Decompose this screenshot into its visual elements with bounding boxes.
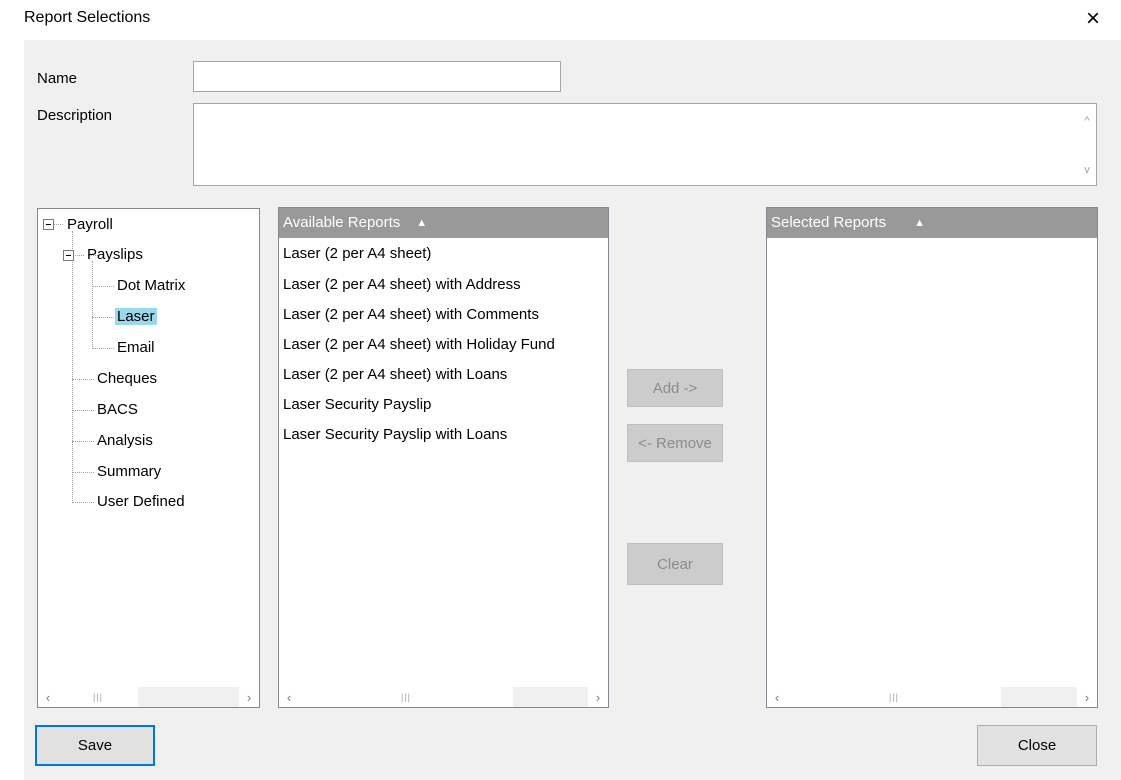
available-reports-header[interactable]: Available Reports ▲ [279,208,608,238]
scroll-left-icon[interactable]: ‹ [279,687,299,707]
scrollbar-thumb-grip-icon[interactable]: ||| [787,687,1001,707]
name-label: Name [37,70,78,87]
tree-item-payroll[interactable]: Payroll [67,210,113,240]
selected-reports-header-label: Selected Reports [771,214,887,231]
name-input[interactable] [193,61,561,92]
close-button[interactable]: Close [977,725,1097,766]
clear-button[interactable]: Clear [627,543,723,585]
available-reports-list[interactable]: Available Reports ▲ Laser (2 per A4 sheet… [278,207,609,708]
remove-button[interactable]: <- Remove [627,424,723,462]
category-tree[interactable]: Payroll Payslips Dot Matrix Laser Email … [37,208,260,708]
scroll-right-icon[interactable]: › [1077,687,1097,707]
tree-item-analysis[interactable]: Analysis [97,426,153,456]
scroll-right-icon[interactable]: › [588,687,608,707]
list-item[interactable]: Laser (2 per A4 sheet) with Address [283,270,608,300]
tree-item-laser-label: Laser [115,308,157,325]
save-button[interactable]: Save [35,725,155,766]
dialog-body: Name Description ^ v Payroll Payslips Do… [24,40,1121,780]
add-button[interactable]: Add -> [627,369,723,407]
title-bar: Report Selections × [0,0,1121,40]
scrollbar-thumb-grip-icon[interactable]: ||| [58,687,138,707]
window-title: Report Selections [24,9,151,26]
scroll-right-icon[interactable]: › [239,687,259,707]
description-textarea[interactable]: ^ v [193,103,1097,186]
list-item[interactable]: Laser Security Payslip with Loans [283,420,608,450]
list-item[interactable]: Laser (2 per A4 sheet) with Holiday Fund [283,330,608,360]
selected-reports-header[interactable]: Selected Reports ▲ [767,208,1097,238]
tree-item-cheques[interactable]: Cheques [97,364,157,394]
list-item[interactable]: Laser (2 per A4 sheet) with Loans [283,360,608,390]
tree-horizontal-scrollbar[interactable]: ‹ ||| › [38,687,259,707]
selected-reports-list[interactable]: Selected Reports ▲ ‹ ||| › [766,207,1098,708]
available-horizontal-scrollbar[interactable]: ‹ ||| › [279,687,608,707]
tree-item-payslips[interactable]: Payslips [87,240,143,270]
tree-item-email[interactable]: Email [117,333,155,363]
collapse-payroll-icon[interactable] [43,219,54,230]
description-label: Description [37,107,113,124]
list-item[interactable]: Laser Security Payslip [283,390,608,420]
list-item[interactable]: Laser (2 per A4 sheet) [283,239,608,269]
scroll-left-icon[interactable]: ‹ [767,687,787,707]
scroll-left-icon[interactable]: ‹ [38,687,58,707]
description-vertical-scrollbar[interactable]: ^ v [1078,104,1096,185]
tree-item-user-defined[interactable]: User Defined [97,487,185,517]
collapse-payslips-icon[interactable] [63,250,74,261]
scroll-down-icon[interactable]: v [1078,161,1096,179]
tree-item-laser[interactable]: Laser [115,302,157,332]
scroll-up-icon[interactable]: ^ [1078,112,1096,130]
tree-item-summary[interactable]: Summary [97,457,161,487]
close-window-icon[interactable]: × [1078,4,1108,34]
selected-horizontal-scrollbar[interactable]: ‹ ||| › [767,687,1097,707]
sort-ascending-icon: ▲ [914,217,925,229]
sort-ascending-icon: ▲ [416,217,428,229]
list-item[interactable]: Laser (2 per A4 sheet) with Comments [283,300,608,330]
tree-item-dot-matrix[interactable]: Dot Matrix [117,271,185,301]
available-reports-header-label: Available Reports [283,214,401,231]
tree-item-bacs[interactable]: BACS [97,395,138,425]
scrollbar-thumb-grip-icon[interactable]: ||| [299,687,513,707]
